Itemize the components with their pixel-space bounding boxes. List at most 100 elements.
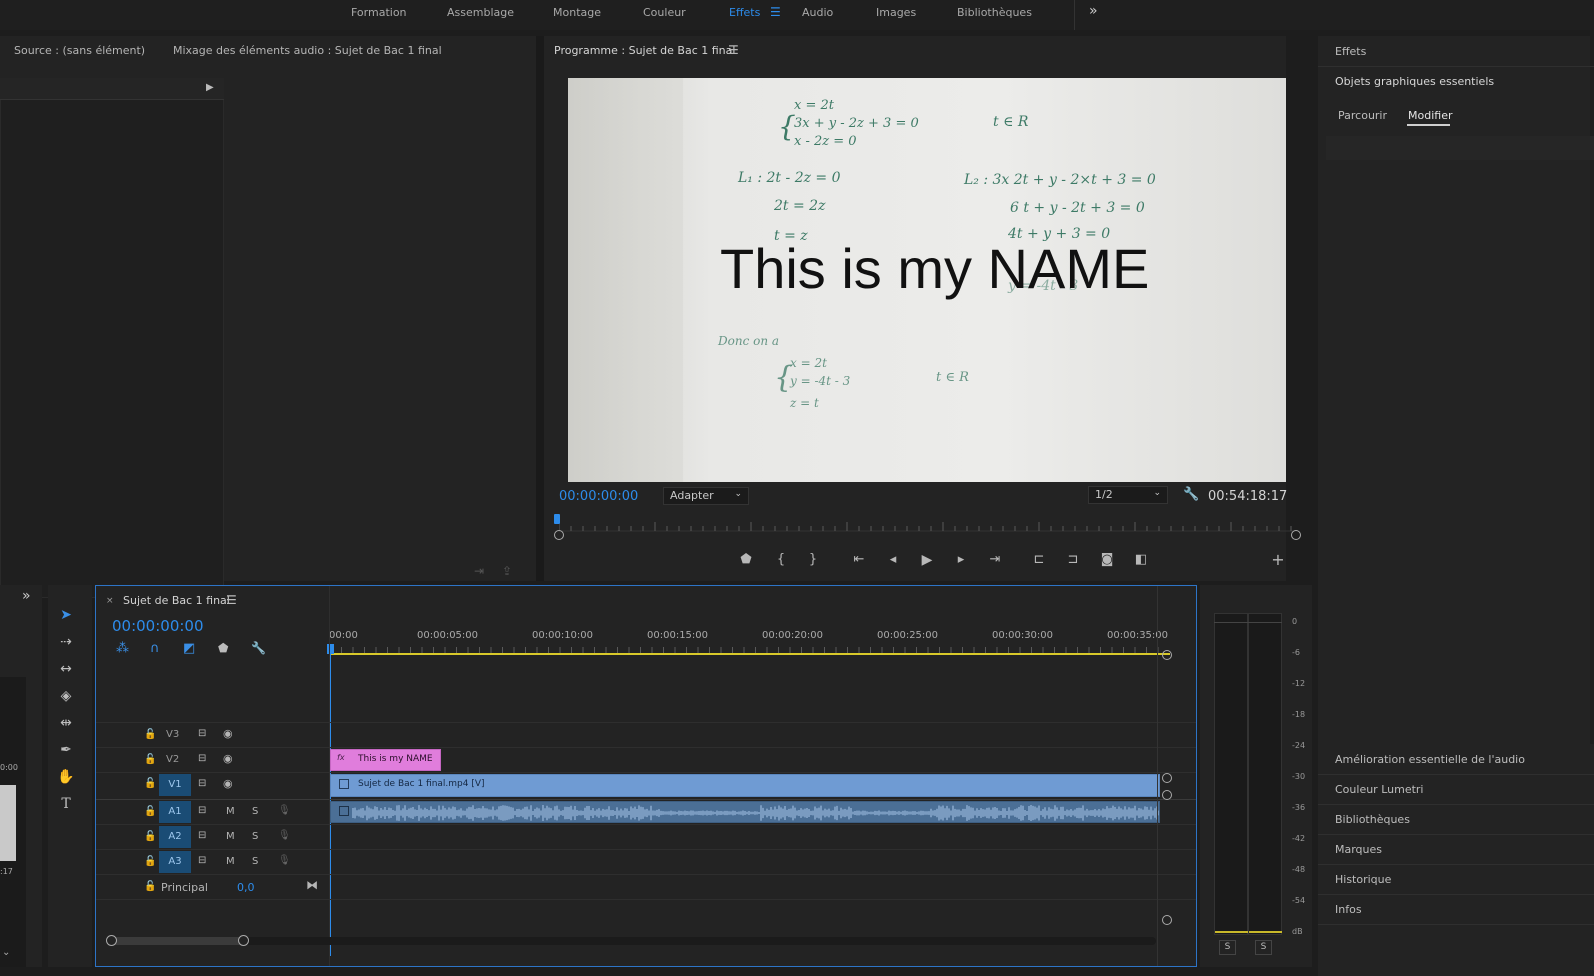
eye-icon[interactable]: ◉ <box>223 777 233 790</box>
workspace-tab-assemblage[interactable]: Assemblage <box>447 6 514 19</box>
scroll-handle[interactable] <box>1162 915 1172 925</box>
program-scrub-bar[interactable] <box>558 522 1295 532</box>
sync-lock-icon[interactable]: ⊟ <box>198 778 206 789</box>
workspace-tab-effets[interactable]: Effets <box>729 6 760 19</box>
scroll-handle[interactable] <box>1162 790 1172 800</box>
scroll-handle[interactable] <box>1162 773 1172 783</box>
tab-essential-graphics[interactable]: Objets graphiques essentiels <box>1335 75 1494 88</box>
title-clip[interactable]: fx This is my NAME <box>330 749 441 771</box>
extract-icon[interactable]: ⊐ <box>1064 552 1082 567</box>
hand-tool-icon[interactable]: ✋ <box>54 766 78 788</box>
nest-toggle-icon[interactable]: ⁂ <box>116 641 129 656</box>
eye-icon[interactable]: ◉ <box>223 727 233 740</box>
go-to-in-icon[interactable]: ⇤ <box>850 552 868 567</box>
workspace-tab-bibliotheques[interactable]: Bibliothèques <box>957 6 1032 19</box>
compare-view-icon[interactable]: ◧ <box>1132 552 1150 567</box>
microphone-icon[interactable]: 🎙 <box>278 805 291 816</box>
snap-icon[interactable]: ∩ <box>150 641 160 656</box>
mute-button-a2[interactable]: M <box>226 831 235 842</box>
zoom-handle-left[interactable] <box>106 935 117 946</box>
timeline-settings-icon[interactable]: 🔧 <box>251 641 266 655</box>
tab-audio-mixer[interactable]: Mixage des éléments audio : Sujet de Bac… <box>173 44 442 57</box>
program-title[interactable]: Programme : Sujet de Bac 1 final <box>554 44 735 57</box>
play-icon[interactable]: ▶ <box>918 552 936 568</box>
workspace-tab-montage[interactable]: Montage <box>553 6 601 19</box>
solo-left-button[interactable]: S <box>1219 940 1236 955</box>
work-area-bar[interactable] <box>330 653 1170 655</box>
panel-info[interactable]: Infos <box>1335 903 1362 916</box>
sync-lock-icon[interactable]: ⊟ <box>198 805 206 816</box>
mute-button-a1[interactable]: M <box>226 806 235 817</box>
workspace-tab-images[interactable]: Images <box>876 6 916 19</box>
tab-effects[interactable]: Effets <box>1335 45 1366 58</box>
track-label-v3[interactable]: V3 <box>166 729 179 740</box>
play-arrow-icon[interactable]: ▶ <box>206 82 214 93</box>
add-marker-icon[interactable]: ⬟ <box>218 641 228 655</box>
title-overlay-text[interactable]: This is my NAME <box>720 236 1149 301</box>
lock-icon[interactable]: 🔓 <box>144 806 156 817</box>
selection-tool-icon[interactable]: ➤ <box>54 604 78 626</box>
lock-icon[interactable]: 🔓 <box>144 778 156 789</box>
project-thumbnail[interactable] <box>0 785 16 861</box>
close-icon[interactable]: × <box>106 596 114 606</box>
panel-markers[interactable]: Marques <box>1335 843 1382 856</box>
subtab-parcourir[interactable]: Parcourir <box>1338 109 1387 122</box>
solo-right-button[interactable]: S <box>1255 940 1272 955</box>
track-select-tool-icon[interactable]: ⇢ <box>54 631 78 653</box>
panel-lumetri-color[interactable]: Couleur Lumetri <box>1335 783 1423 796</box>
track-collapse-icon[interactable]: ⧓ <box>306 878 318 892</box>
fit-dropdown[interactable]: Adapter ⌄ <box>663 487 749 505</box>
sync-lock-icon[interactable]: ⊟ <box>198 830 206 841</box>
timeline-zoom-track[interactable] <box>110 937 1156 945</box>
scroll-handle[interactable] <box>1162 650 1172 660</box>
lock-icon[interactable]: 🔓 <box>144 729 156 740</box>
panel-essential-audio[interactable]: Amélioration essentielle de l'audio <box>1335 753 1525 766</box>
microphone-icon[interactable]: 🎙 <box>278 830 291 841</box>
subtab-modifier[interactable]: Modifier <box>1408 109 1452 122</box>
resolution-dropdown[interactable]: 1/2 ⌄ <box>1088 486 1168 504</box>
master-volume-value[interactable]: 0,0 <box>237 881 255 894</box>
linked-selection-icon[interactable]: ◩ <box>183 641 195 656</box>
workspace-tab-formation[interactable]: Formation <box>351 6 407 19</box>
step-forward-icon[interactable]: ▸ <box>952 552 970 567</box>
track-label-a1[interactable]: A1 <box>159 801 191 823</box>
overflow-icon[interactable]: » <box>1089 3 1098 19</box>
pen-tool-icon[interactable]: ✒ <box>54 739 78 761</box>
mute-button-a3[interactable]: M <box>226 856 235 867</box>
lock-icon[interactable]: 🔓 <box>144 754 156 765</box>
razor-tool-icon[interactable]: ◈ <box>54 685 78 707</box>
microphone-icon[interactable]: 🎙 <box>278 855 291 866</box>
type-tool-icon[interactable]: T <box>54 793 78 815</box>
sequence-tab[interactable]: Sujet de Bac 1 final <box>123 594 230 607</box>
panel-libraries[interactable]: Bibliothèques <box>1335 813 1410 826</box>
zoom-handle-right[interactable] <box>238 935 249 946</box>
track-label-a3[interactable]: A3 <box>159 851 191 873</box>
add-marker-icon[interactable]: ⬟ <box>737 552 755 567</box>
program-menu-icon[interactable]: ☰ <box>728 43 739 57</box>
go-to-out-icon[interactable]: ⇥ <box>986 552 1004 567</box>
video-clip[interactable]: Sujet de Bac 1 final.mp4 [V] <box>330 774 1160 797</box>
export-icon[interactable]: ⇪ <box>502 564 512 578</box>
program-timecode[interactable]: 00:00:00:00 <box>559 489 638 504</box>
wrench-icon[interactable]: 🔧 <box>1183 487 1199 502</box>
lock-icon[interactable]: 🔓 <box>144 856 156 867</box>
solo-button-a1[interactable]: S <box>252 806 258 817</box>
sync-lock-icon[interactable]: ⊟ <box>198 753 206 764</box>
overflow-icon[interactable]: » <box>22 588 31 604</box>
panel-history[interactable]: Historique <box>1335 873 1391 886</box>
chevron-down-icon[interactable]: ⌄ <box>2 947 10 958</box>
mark-out-icon[interactable]: } <box>804 552 822 567</box>
eye-icon[interactable]: ◉ <box>223 752 233 765</box>
workspace-tab-couleur[interactable]: Couleur <box>643 6 686 19</box>
track-label-a2[interactable]: A2 <box>159 826 191 848</box>
playhead-marker[interactable] <box>554 514 560 524</box>
track-label-v1[interactable]: V1 <box>159 774 191 796</box>
workspace-tab-audio[interactable]: Audio <box>802 6 833 19</box>
program-video-frame[interactable]: { x = 2t 3x + y - 2z + 3 = 0 x - 2z = 0 … <box>568 78 1286 482</box>
solo-button-a3[interactable]: S <box>252 856 258 867</box>
lift-icon[interactable]: ⊏ <box>1030 552 1048 567</box>
mark-in-icon[interactable]: { <box>772 552 790 567</box>
sequence-menu-icon[interactable]: ☰ <box>226 593 237 607</box>
lock-icon[interactable]: 🔓 <box>144 831 156 842</box>
timeline-zoom-thumb[interactable] <box>110 937 245 945</box>
